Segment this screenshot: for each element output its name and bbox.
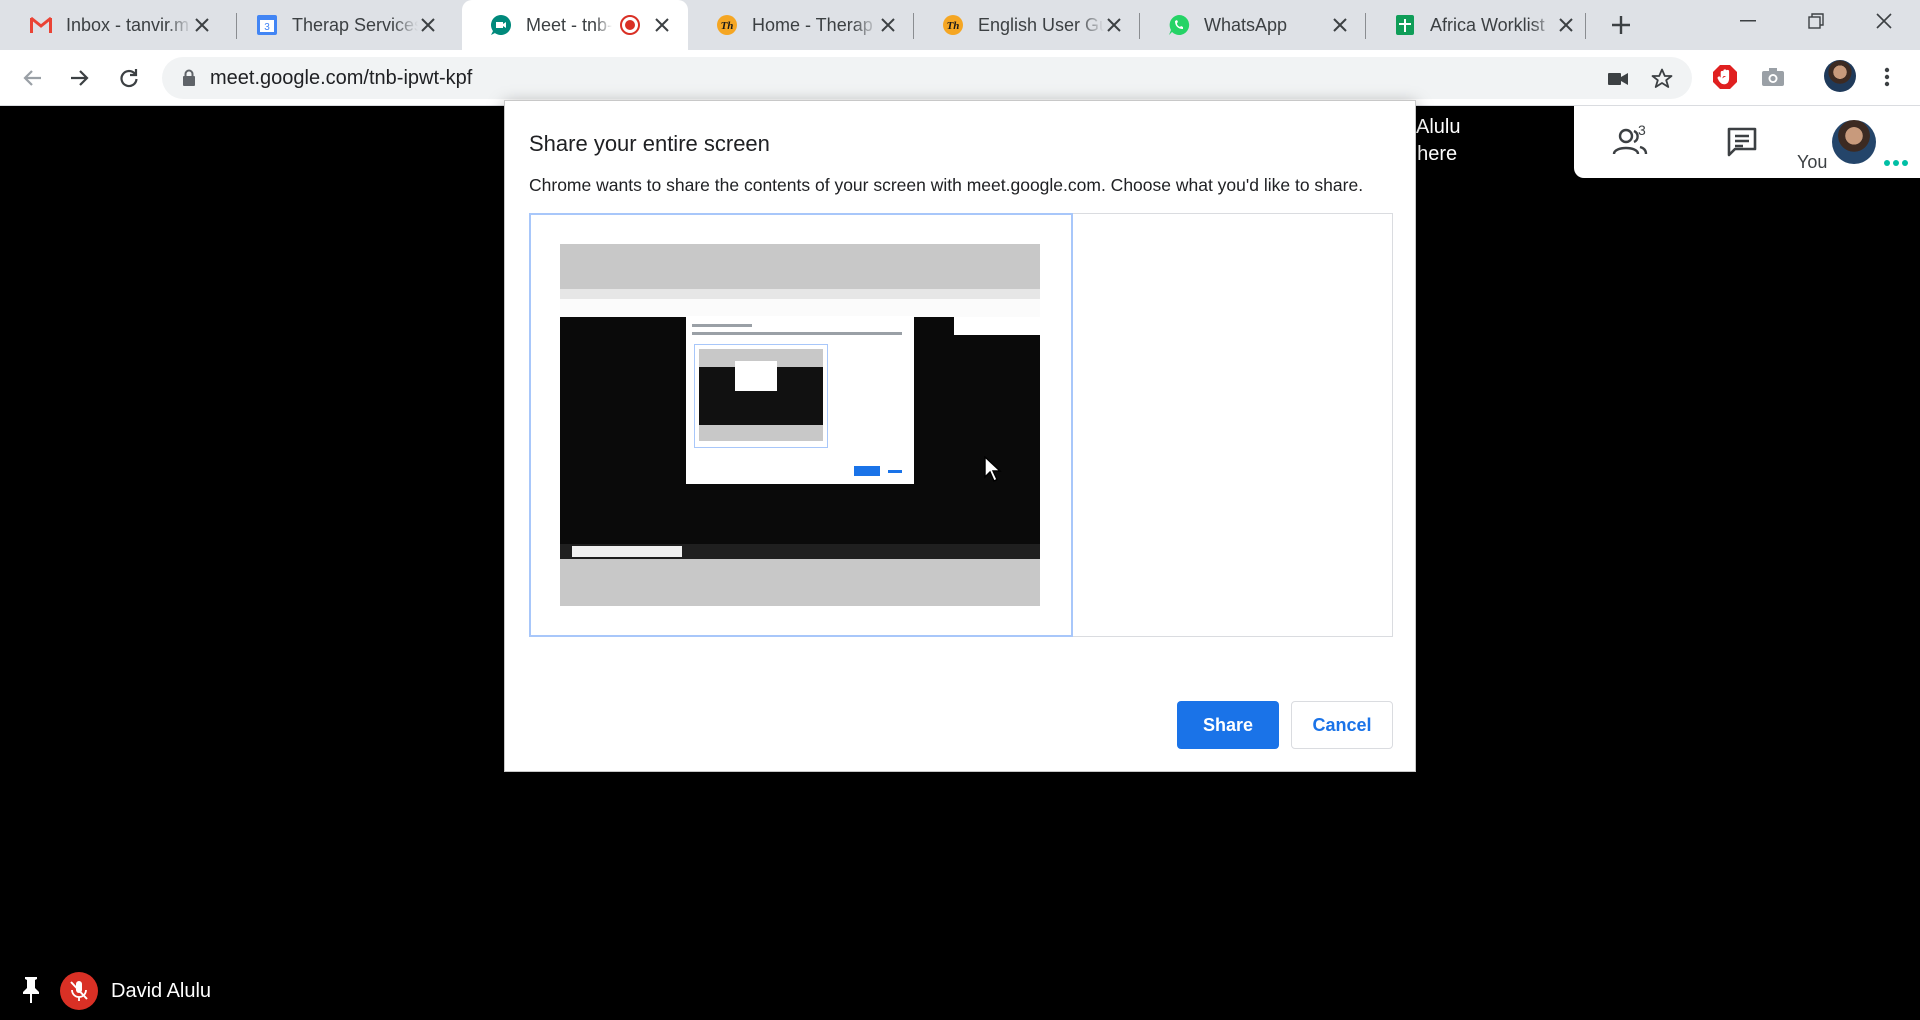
new-tab-button[interactable] [1604, 8, 1638, 42]
mic-off-icon [60, 972, 98, 1010]
meet-icon [490, 14, 512, 36]
tab-separator [1585, 13, 1586, 39]
tab-whatsapp[interactable]: WhatsApp [1140, 0, 1366, 50]
browser-toolbar: meet.google.com/tnb-ipwt-kpf [0, 50, 1920, 106]
reload-button[interactable] [111, 60, 147, 96]
tab-title: WhatsApp [1204, 14, 1288, 35]
banner-line-1: vid Alulu [1400, 116, 1461, 138]
tab-home-therap[interactable]: Th Home - Therap [688, 0, 914, 50]
restore-button[interactable] [1782, 0, 1850, 42]
gmail-icon [30, 14, 52, 36]
svg-text:Th: Th [721, 20, 734, 32]
screen-thumbnail [560, 244, 1040, 606]
screen-picker-area [529, 213, 1393, 637]
close-window-button[interactable] [1850, 0, 1918, 42]
tab-gmail[interactable]: Inbox - tanvir.m [2, 0, 228, 50]
chat-icon[interactable] [1722, 124, 1762, 160]
presenter-banner: vid Alulu lso here [1400, 106, 1574, 178]
close-tab-icon[interactable] [416, 13, 440, 37]
forward-button[interactable] [62, 60, 98, 96]
whatsapp-icon [1168, 14, 1190, 36]
dialog-description: Chrome wants to share the contents of yo… [529, 175, 1364, 195]
back-button[interactable] [14, 60, 50, 96]
therap-icon: Th [716, 14, 738, 36]
dialog-title: Share your entire screen [529, 131, 770, 156]
participant-name: David Alulu [111, 980, 212, 1002]
recording-icon [620, 15, 640, 40]
you-label: You [1797, 152, 1828, 172]
screenshot-camera-icon[interactable] [1758, 62, 1788, 92]
entire-screen-option[interactable] [529, 213, 1073, 637]
sheets-icon [1394, 14, 1416, 36]
mouse-cursor-icon [984, 456, 1002, 482]
share-button[interactable]: Share [1177, 701, 1279, 749]
camera-in-use-icon[interactable] [1606, 67, 1630, 91]
tab-meet[interactable]: Meet - tnb-i [462, 0, 688, 50]
close-tab-icon[interactable] [876, 13, 900, 37]
svg-text:3: 3 [264, 22, 270, 33]
tab-title: Inbox - tanvir.m [66, 14, 190, 35]
tab-strip: Inbox - tanvir.m 3 Therap Services Meet … [0, 0, 1920, 50]
tab-therap-services[interactable]: 3 Therap Services [228, 0, 454, 50]
therap-icon: Th [942, 14, 964, 36]
url-text: meet.google.com/tnb-ipwt-kpf [210, 66, 473, 89]
tab-english-user-guide[interactable]: Th English User Gui [914, 0, 1140, 50]
adblock-extension-icon[interactable] [1710, 62, 1740, 92]
tab-title: Africa Worklist [1430, 14, 1545, 35]
pin-icon[interactable] [18, 976, 44, 1004]
tab-africa-worklist[interactable]: Africa Worklist [1366, 0, 1592, 50]
close-tab-icon[interactable] [1328, 13, 1352, 37]
browser-profile-avatar[interactable] [1824, 60, 1856, 92]
svg-text:Th: Th [947, 20, 960, 32]
share-screen-dialog: Share your entire screen Chrome wants to… [504, 100, 1416, 772]
lock-icon[interactable] [182, 69, 196, 87]
more-options-icon[interactable] [1884, 160, 1908, 166]
minimize-button[interactable] [1714, 0, 1782, 42]
bookmark-star-icon[interactable] [1650, 67, 1674, 91]
self-avatar[interactable] [1832, 120, 1876, 164]
tab-title: Therap Services [292, 14, 418, 35]
address-bar[interactable]: meet.google.com/tnb-ipwt-kpf [162, 57, 1692, 99]
cancel-button[interactable]: Cancel [1291, 701, 1393, 749]
close-tab-icon[interactable] [650, 13, 674, 37]
tab-title: Home - Therap [752, 14, 873, 35]
banner-line-2: lso here [1400, 143, 1458, 165]
calendar-icon: 3 [256, 14, 278, 36]
close-tab-icon[interactable] [190, 13, 214, 37]
participant-count: 3 [1638, 122, 1646, 138]
close-tab-icon[interactable] [1102, 13, 1126, 37]
browser-menu-icon[interactable] [1872, 62, 1902, 92]
tab-title: Meet - tnb-i [526, 14, 612, 35]
close-tab-icon[interactable] [1554, 13, 1578, 37]
tab-title: English User Gui [978, 14, 1104, 35]
